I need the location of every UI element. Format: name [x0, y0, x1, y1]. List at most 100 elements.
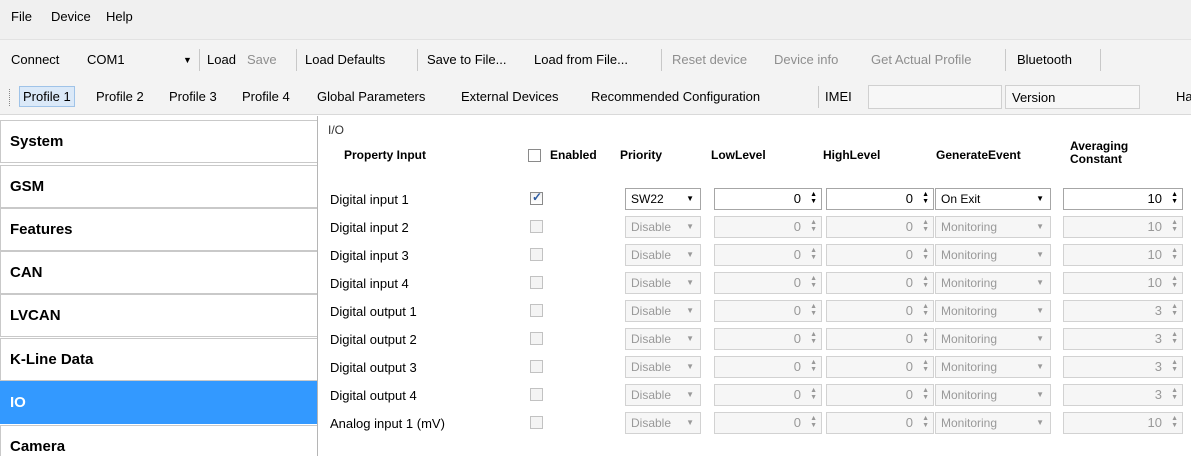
priority-select[interactable]: Disable ▼ [625, 244, 701, 266]
spinner-icon[interactable]: ▲ ▼ [810, 191, 817, 205]
spinner-icon[interactable]: ▲ ▼ [1171, 331, 1178, 345]
spinner-icon[interactable]: ▲ ▼ [1171, 359, 1178, 373]
sidebar-item-lvcan[interactable]: LVCAN [0, 294, 317, 337]
bluetooth-button[interactable]: Bluetooth [1017, 52, 1072, 67]
generate-event-select[interactable]: Monitoring ▼ [935, 328, 1051, 350]
high-level-input[interactable]: 0 ▲ ▼ [826, 188, 934, 210]
averaging-constant-input[interactable]: 10 ▲ ▼ [1063, 412, 1183, 434]
spinner-icon[interactable]: ▲ ▼ [922, 359, 929, 373]
spinner-icon[interactable]: ▲ ▼ [922, 415, 929, 429]
spinner-icon[interactable]: ▲ ▼ [810, 387, 817, 401]
priority-select[interactable]: Disable ▼ [625, 300, 701, 322]
averaging-constant-input[interactable]: 10 ▲ ▼ [1063, 244, 1183, 266]
enabled-checkbox[interactable] [530, 360, 543, 373]
generate-event-select[interactable]: Monitoring ▼ [935, 300, 1051, 322]
sidebar-item-k-line-data[interactable]: K-Line Data [0, 338, 317, 381]
spinner-icon[interactable]: ▲ ▼ [1171, 303, 1178, 317]
device-info-button[interactable]: Device info [774, 52, 838, 67]
high-level-input[interactable]: 0 ▲ ▼ [826, 328, 934, 350]
spinner-icon[interactable]: ▲ ▼ [810, 331, 817, 345]
priority-select[interactable]: Disable ▼ [625, 356, 701, 378]
averaging-constant-input[interactable]: 3 ▲ ▼ [1063, 356, 1183, 378]
enabled-checkbox[interactable]: ✓ [530, 190, 543, 205]
spinner-icon[interactable]: ▲ ▼ [922, 247, 929, 261]
low-level-input[interactable]: 0 ▲ ▼ [714, 244, 822, 266]
priority-select[interactable]: Disable ▼ [625, 272, 701, 294]
spinner-icon[interactable]: ▲ ▼ [922, 219, 929, 233]
low-level-input[interactable]: 0 ▲ ▼ [714, 272, 822, 294]
generate-event-select[interactable]: Monitoring ▼ [935, 244, 1051, 266]
load-button[interactable]: Load [207, 52, 236, 67]
spinner-icon[interactable]: ▲ ▼ [1171, 247, 1178, 261]
toolbar-grip-icon[interactable] [9, 89, 11, 106]
spinner-icon[interactable]: ▲ ▼ [1171, 415, 1178, 429]
high-level-input[interactable]: 0 ▲ ▼ [826, 244, 934, 266]
high-level-input[interactable]: 0 ▲ ▼ [826, 216, 934, 238]
enabled-checkbox[interactable] [530, 416, 543, 429]
tab-profile-2[interactable]: Profile 2 [96, 89, 144, 104]
high-level-input[interactable]: 0 ▲ ▼ [826, 356, 934, 378]
tab-global-parameters[interactable]: Global Parameters [317, 89, 425, 104]
averaging-constant-input[interactable]: 3 ▲ ▼ [1063, 384, 1183, 406]
generate-event-select[interactable]: Monitoring ▼ [935, 412, 1051, 434]
low-level-input[interactable]: 0 ▲ ▼ [714, 412, 822, 434]
enabled-checkbox[interactable] [530, 220, 543, 233]
sidebar-item-camera[interactable]: Camera [0, 425, 317, 456]
averaging-constant-input[interactable]: 10 ▲ ▼ [1063, 216, 1183, 238]
spinner-icon[interactable]: ▲ ▼ [810, 247, 817, 261]
generate-event-select[interactable]: Monitoring ▼ [935, 216, 1051, 238]
high-level-input[interactable]: 0 ▲ ▼ [826, 384, 934, 406]
averaging-constant-input[interactable]: 10 ▲ ▼ [1063, 272, 1183, 294]
load-defaults-button[interactable]: Load Defaults [305, 52, 385, 67]
low-level-input[interactable]: 0 ▲ ▼ [714, 384, 822, 406]
tab-profile-4[interactable]: Profile 4 [242, 89, 290, 104]
low-level-input[interactable]: 0 ▲ ▼ [714, 356, 822, 378]
spinner-icon[interactable]: ▲ ▼ [810, 219, 817, 233]
high-level-input[interactable]: 0 ▲ ▼ [826, 412, 934, 434]
priority-select[interactable]: Disable ▼ [625, 216, 701, 238]
averaging-constant-input[interactable]: 10 ▲ ▼ [1063, 188, 1183, 210]
tab-external-devices[interactable]: External Devices [461, 89, 559, 104]
spinner-icon[interactable]: ▲ ▼ [810, 359, 817, 373]
port-combo[interactable]: COM1 [87, 52, 125, 67]
enabled-checkbox[interactable] [530, 388, 543, 401]
save-to-file-button[interactable]: Save to File... [427, 52, 506, 67]
spinner-icon[interactable]: ▲ ▼ [1171, 387, 1178, 401]
save-button[interactable]: Save [247, 52, 277, 67]
tab-profile-1[interactable]: Profile 1 [19, 86, 75, 107]
priority-select[interactable]: SW22 ▼ [625, 188, 701, 210]
priority-select[interactable]: Disable ▼ [625, 412, 701, 434]
sidebar-item-system[interactable]: System [0, 120, 317, 163]
spinner-icon[interactable]: ▲ ▼ [810, 275, 817, 289]
spinner-icon[interactable]: ▲ ▼ [922, 331, 929, 345]
priority-select[interactable]: Disable ▼ [625, 384, 701, 406]
sidebar-item-can[interactable]: CAN [0, 251, 317, 294]
enabled-checkbox[interactable] [530, 248, 543, 261]
low-level-input[interactable]: 0 ▲ ▼ [714, 216, 822, 238]
enabled-checkbox[interactable] [530, 304, 543, 317]
averaging-constant-input[interactable]: 3 ▲ ▼ [1063, 328, 1183, 350]
enabled-checkbox[interactable] [530, 276, 543, 289]
tab-profile-3[interactable]: Profile 3 [169, 89, 217, 104]
spinner-icon[interactable]: ▲ ▼ [810, 415, 817, 429]
enabled-checkbox[interactable] [530, 332, 543, 345]
spinner-icon[interactable]: ▲ ▼ [922, 303, 929, 317]
menu-file[interactable]: File [11, 9, 32, 24]
low-level-input[interactable]: 0 ▲ ▼ [714, 300, 822, 322]
menu-help[interactable]: Help [106, 9, 133, 24]
get-actual-profile-button[interactable]: Get Actual Profile [871, 52, 971, 67]
tab-recommended-configuration[interactable]: Recommended Configuration [591, 89, 760, 104]
high-level-input[interactable]: 0 ▲ ▼ [826, 272, 934, 294]
enabled-all-checkbox[interactable] [528, 149, 541, 162]
priority-select[interactable]: Disable ▼ [625, 328, 701, 350]
spinner-icon[interactable]: ▲ ▼ [1171, 219, 1178, 233]
spinner-icon[interactable]: ▲ ▼ [922, 275, 929, 289]
sidebar-item-io[interactable]: IO [0, 381, 317, 424]
sidebar-item-features[interactable]: Features [0, 208, 317, 251]
sidebar-item-gsm[interactable]: GSM [0, 165, 317, 208]
generate-event-select[interactable]: Monitoring ▼ [935, 272, 1051, 294]
spinner-icon[interactable]: ▲ ▼ [1171, 191, 1178, 205]
reset-device-button[interactable]: Reset device [672, 52, 747, 67]
low-level-input[interactable]: 0 ▲ ▼ [714, 188, 822, 210]
averaging-constant-input[interactable]: 3 ▲ ▼ [1063, 300, 1183, 322]
